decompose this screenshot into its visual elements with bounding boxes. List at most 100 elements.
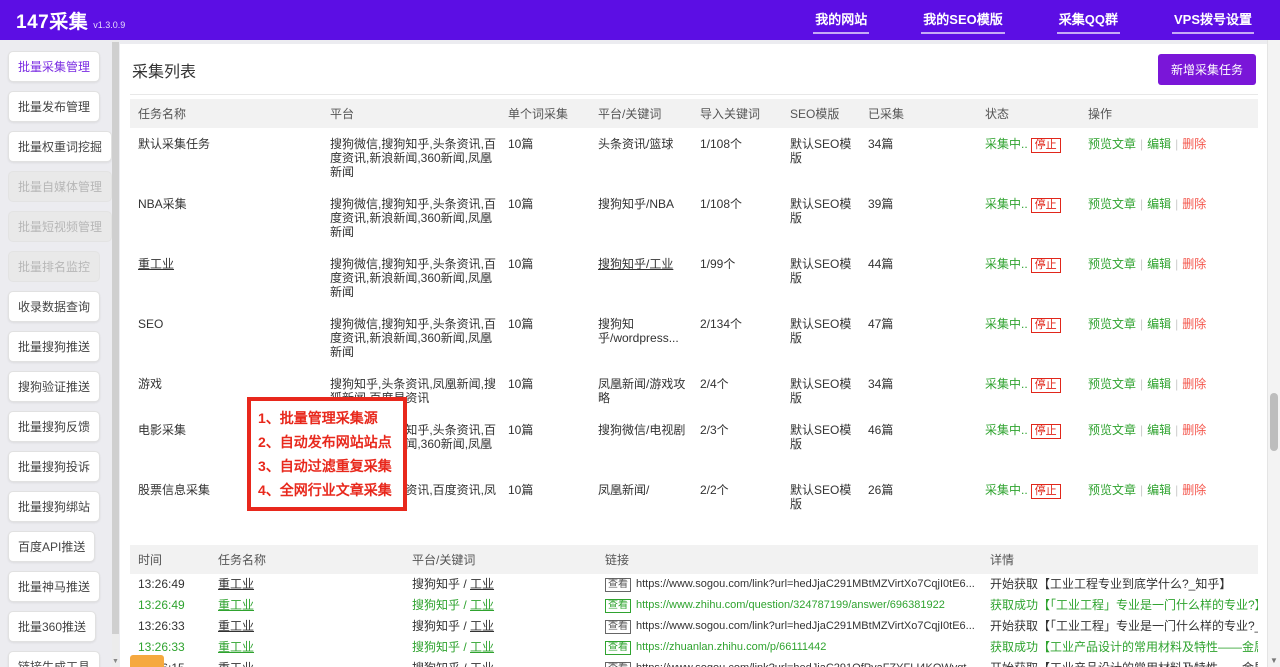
edit-link[interactable]: 编辑 (1147, 137, 1171, 151)
top-nav-item-2[interactable]: 我的SEO模版 (921, 6, 1004, 34)
sidebar-scrollbar[interactable]: ▼ (112, 40, 119, 667)
sidebar-item: 批量短视频管理 (8, 211, 112, 242)
edit-link[interactable]: 编辑 (1147, 197, 1171, 211)
top-nav-item-1[interactable]: 我的网站 (813, 6, 869, 34)
edit-link[interactable]: 编辑 (1147, 257, 1171, 271)
annotation-line: 3、自动过滤重复采集 (258, 454, 400, 478)
delete-link[interactable]: 删除 (1182, 317, 1206, 331)
log-task-name[interactable]: 重工业 (218, 640, 254, 654)
preview-article-link[interactable]: 预览文章 (1088, 317, 1136, 331)
sidebar-item[interactable]: 批量搜狗反馈 (8, 411, 100, 442)
page-scroll-down-icon[interactable]: ▼ (1268, 656, 1280, 665)
task-per-word-count: 10篇 (508, 308, 598, 368)
preview-article-link[interactable]: 预览文章 (1088, 377, 1136, 391)
log-task-name[interactable]: 重工业 (218, 598, 254, 612)
sidebar-item[interactable]: 批量权重词挖掘 (8, 131, 112, 162)
status-running-label: 采集中.. (985, 317, 1028, 331)
top-bar: 147采集 v1.3.0.9 我的网站我的SEO模版采集QQ群VPS拨号设置 (0, 0, 1280, 40)
stop-button[interactable]: 停止 (1031, 198, 1061, 213)
app-logo: 147采集 (16, 7, 88, 34)
sidebar-item[interactable]: 收录数据查询 (8, 291, 100, 322)
log-row: 13:26:49重工业搜狗知乎 / 工业查看https://www.sogou.… (130, 574, 1258, 595)
stop-button[interactable]: 停止 (1031, 258, 1061, 273)
log-url[interactable]: https://www.sogou.com/link?url=hedJjaC29… (636, 620, 975, 632)
sidebar-item[interactable]: 批量发布管理 (8, 91, 100, 122)
delete-link[interactable]: 删除 (1182, 423, 1206, 437)
delete-link[interactable]: 删除 (1182, 137, 1206, 151)
edit-link[interactable]: 编辑 (1147, 423, 1171, 437)
task-platform-keyword: 头条资讯/篮球 (598, 137, 673, 151)
sidebar-scroll-down-icon[interactable]: ▼ (112, 658, 119, 666)
preview-article-link[interactable]: 预览文章 (1088, 483, 1136, 497)
task-platform-keyword: 凤凰新闻/ (598, 483, 649, 497)
stop-button[interactable]: 停止 (1031, 378, 1061, 393)
delete-link[interactable]: 删除 (1182, 257, 1206, 271)
edit-link[interactable]: 编辑 (1147, 483, 1171, 497)
page-scrollbar-thumb[interactable] (1270, 393, 1278, 451)
preview-article-link[interactable]: 预览文章 (1088, 197, 1136, 211)
task-imported-keywords: 1/99个 (700, 248, 790, 308)
edit-link[interactable]: 编辑 (1147, 377, 1171, 391)
task-collected-count: 26篇 (868, 474, 985, 520)
log-task-name[interactable]: 重工业 (218, 577, 254, 591)
task-name[interactable]: 重工业 (138, 257, 174, 271)
sidebar-item[interactable]: 批量搜狗推送 (8, 331, 100, 362)
log-task-name[interactable]: 重工业 (218, 661, 254, 667)
task-name: 游戏 (138, 377, 162, 391)
sidebar-scrollbar-thumb[interactable] (112, 42, 119, 634)
new-task-button[interactable]: 新增采集任务 (1158, 54, 1256, 85)
sidebar-item[interactable]: 百度API推送 (8, 531, 95, 562)
view-badge[interactable]: 查看 (605, 599, 631, 613)
log-keyword[interactable]: 工业 (470, 661, 494, 667)
edit-link[interactable]: 编辑 (1147, 317, 1171, 331)
sidebar-item[interactable]: 批量采集管理 (8, 51, 100, 82)
log-keyword[interactable]: 工业 (470, 640, 494, 654)
top-nav-item-4[interactable]: VPS拨号设置 (1172, 6, 1254, 34)
log-keyword[interactable]: 工业 (470, 577, 494, 591)
log-platform: 搜狗知乎 / (412, 598, 470, 612)
task-platforms: 搜狗微信,搜狗知乎,头条资讯,百度资讯,新浪新闻,360新闻,凤凰新闻 (330, 128, 508, 188)
log-platform: 搜狗知乎 / (412, 619, 470, 633)
page-scrollbar[interactable]: ▼ (1267, 40, 1280, 667)
log-keyword[interactable]: 工业 (470, 619, 494, 633)
log-platform: 搜狗知乎 / (412, 577, 470, 591)
delete-link[interactable]: 删除 (1182, 483, 1206, 497)
sidebar-item[interactable]: 批量神马推送 (8, 571, 100, 602)
log-url[interactable]: https://zhuanlan.zhihu.com/p/66111442 (636, 641, 826, 653)
stop-button[interactable]: 停止 (1031, 318, 1061, 333)
preview-article-link[interactable]: 预览文章 (1088, 423, 1136, 437)
task-imported-keywords: 2/134个 (700, 308, 790, 368)
op-separator: | (1175, 377, 1178, 391)
log-url[interactable]: https://www.zhihu.com/question/324787199… (636, 599, 945, 611)
task-seo-template: 默认SEO模版 (790, 474, 868, 520)
task-row: 默认采集任务搜狗微信,搜狗知乎,头条资讯,百度资讯,新浪新闻,360新闻,凤凰新… (130, 128, 1258, 188)
log-url[interactable]: https://www.sogou.com/link?url=hedJjaC29… (636, 578, 975, 590)
pagination-button[interactable] (130, 655, 164, 667)
preview-article-link[interactable]: 预览文章 (1088, 257, 1136, 271)
view-badge[interactable]: 查看 (605, 641, 631, 655)
stop-button[interactable]: 停止 (1031, 484, 1061, 499)
stop-button[interactable]: 停止 (1031, 138, 1061, 153)
sidebar-item[interactable]: 链接生成工具 (8, 651, 100, 667)
delete-link[interactable]: 删除 (1182, 197, 1206, 211)
view-badge[interactable]: 查看 (605, 578, 631, 592)
task-platform-keyword[interactable]: 搜狗知乎/工业 (598, 257, 673, 271)
log-url[interactable]: https://www.sogou.com/link?url=hedJjaC29… (636, 662, 976, 667)
view-badge[interactable]: 查看 (605, 620, 631, 634)
task-name: 电影采集 (138, 423, 186, 437)
preview-article-link[interactable]: 预览文章 (1088, 137, 1136, 151)
sidebar-item[interactable]: 批量搜狗绑站 (8, 491, 100, 522)
task-per-word-count: 10篇 (508, 368, 598, 414)
stop-button[interactable]: 停止 (1031, 424, 1061, 439)
log-task-name[interactable]: 重工业 (218, 619, 254, 633)
task-row: 重工业搜狗微信,搜狗知乎,头条资讯,百度资讯,新浪新闻,360新闻,凤凰新闻10… (130, 248, 1258, 308)
log-keyword[interactable]: 工业 (470, 598, 494, 612)
delete-link[interactable]: 删除 (1182, 377, 1206, 391)
sidebar-item[interactable]: 批量搜狗投诉 (8, 451, 100, 482)
view-badge[interactable]: 查看 (605, 662, 631, 667)
sidebar-item[interactable]: 批量360推送 (8, 611, 96, 642)
task-collected-count: 46篇 (868, 414, 985, 474)
status-running-label: 采集中.. (985, 423, 1028, 437)
top-nav-item-3[interactable]: 采集QQ群 (1057, 6, 1120, 34)
sidebar-item[interactable]: 搜狗验证推送 (8, 371, 100, 402)
